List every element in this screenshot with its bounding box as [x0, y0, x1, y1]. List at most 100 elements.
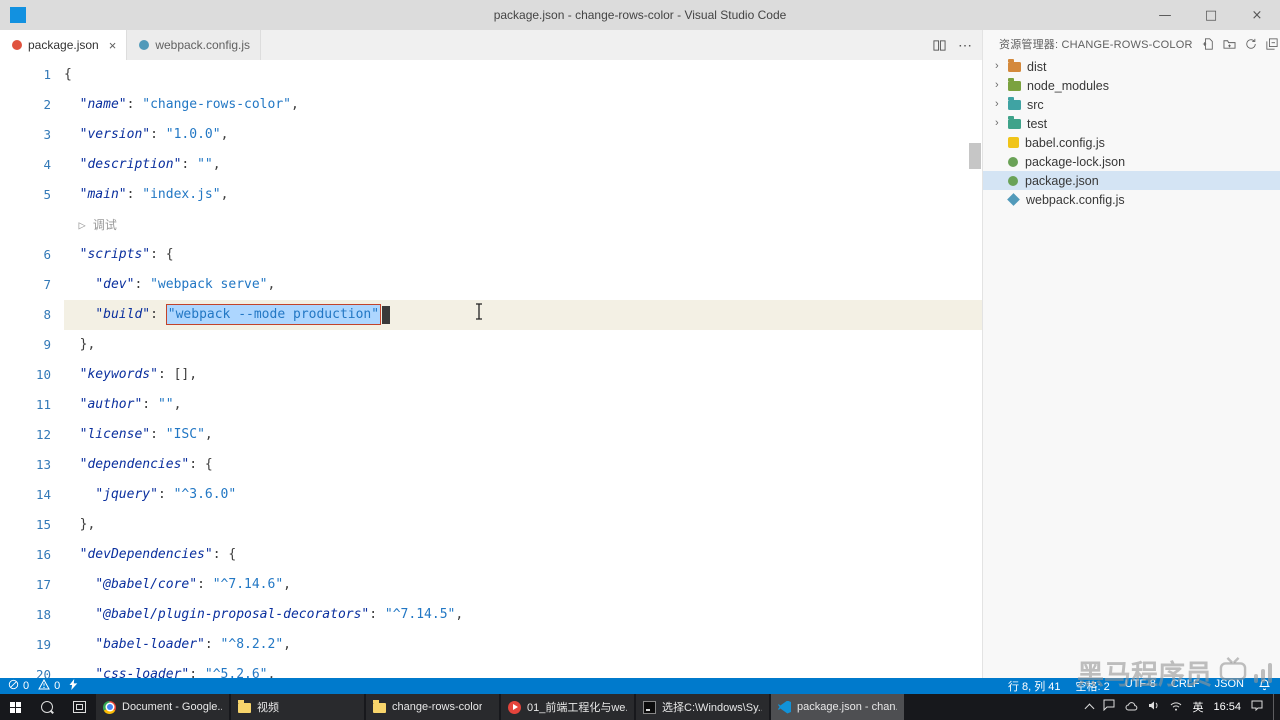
action-center-icon[interactable] [1251, 698, 1263, 716]
line-number[interactable]: 13 [0, 450, 64, 480]
code-line[interactable]: 19 "babel-loader": "^8.2.2", [0, 630, 982, 660]
line-number[interactable]: 4 [0, 150, 64, 180]
code-token: "@babel/core" [95, 577, 198, 592]
line-number[interactable]: 15 [0, 510, 64, 540]
line-number[interactable]: 6 [0, 240, 64, 270]
code-token: "@babel/plugin-proposal-decorators" [95, 607, 370, 622]
code-line[interactable]: 17 "@babel/core": "^7.14.6", [0, 570, 982, 600]
codelens-debug-link[interactable]: ▷ 调试 [64, 218, 116, 232]
cloud-icon[interactable] [1125, 698, 1138, 716]
tab-webpack.config.js[interactable]: webpack.config.js [127, 30, 262, 60]
code-line[interactable]: 20 "css-loader": "^5.2.6", [0, 660, 982, 678]
vscode-logo-icon[interactable] [10, 7, 26, 23]
line-number[interactable]: 2 [0, 90, 64, 120]
code-line[interactable]: 11 "author": "", [0, 390, 982, 420]
tree-item-src[interactable]: › src [983, 95, 1280, 114]
network-icon[interactable] [1170, 698, 1182, 716]
status-item[interactable]: JSON [1215, 678, 1244, 694]
volume-icon[interactable] [1148, 698, 1160, 716]
maximize-button[interactable]: □ [1188, 0, 1234, 30]
code-line[interactable]: 18 "@babel/plugin-proposal-decorators": … [0, 600, 982, 630]
new-folder-icon[interactable] [1223, 38, 1236, 50]
taskbar-button-label: 选择C:\Windows\Sy... [662, 702, 762, 714]
close-button[interactable]: × [1234, 0, 1280, 30]
lightning-icon[interactable] [69, 679, 78, 693]
codelens-row[interactable]: ▷ 调试 [0, 210, 982, 240]
line-number[interactable]: 11 [0, 390, 64, 420]
close-tab-icon[interactable]: × [109, 38, 117, 53]
collapse-folders-icon[interactable] [1266, 38, 1278, 50]
line-number[interactable]: 3 [0, 120, 64, 150]
folder-icon [1008, 58, 1021, 72]
line-number[interactable]: 12 [0, 420, 64, 450]
notifications-bell-icon[interactable] [1258, 678, 1271, 694]
tree-item-package.json[interactable]: package.json [983, 171, 1280, 190]
line-number[interactable]: 9 [0, 330, 64, 360]
code-token: : [150, 307, 166, 322]
status-item[interactable]: CRLF [1171, 678, 1200, 694]
code-line[interactable]: 1{ [0, 60, 982, 90]
chevron-right-icon: › [995, 79, 999, 91]
code-line[interactable]: 12 "license": "ISC", [0, 420, 982, 450]
clock[interactable]: 16:54 [1213, 701, 1241, 713]
code-line[interactable]: 5 "main": "index.js", [0, 180, 982, 210]
taskbar-button-视频[interactable]: 视频 [231, 694, 364, 720]
code-line[interactable]: 8 "build": "webpack --mode production" [0, 300, 982, 330]
tree-item-babel.config.js[interactable]: babel.config.js [983, 133, 1280, 152]
code-line[interactable]: 13 "dependencies": { [0, 450, 982, 480]
minimize-button[interactable]: — [1142, 0, 1188, 30]
code-line[interactable]: 3 "version": "1.0.0", [0, 120, 982, 150]
hidden-icons-caret[interactable] [1085, 703, 1095, 714]
status-item[interactable]: 空格: 2 [1076, 678, 1110, 694]
split-editor-icon[interactable] [933, 39, 946, 52]
language-indicator[interactable]: 英 [1192, 699, 1203, 715]
code-line[interactable]: 9 }, [0, 330, 982, 360]
code-token: , [283, 577, 291, 592]
taskbar-button-change-rows-color[interactable]: change-rows-color [366, 694, 499, 720]
status-item[interactable]: 行 8, 列 41 [1008, 678, 1061, 694]
line-number[interactable]: 5 [0, 180, 64, 210]
tree-item-package-lock.json[interactable]: package-lock.json [983, 152, 1280, 171]
editor-scrollbar[interactable] [969, 143, 981, 169]
line-number[interactable]: 19 [0, 630, 64, 660]
problems-indicator[interactable]: 0 0 [0, 678, 78, 693]
code-line[interactable]: 4 "description": "", [0, 150, 982, 180]
code-line[interactable]: 14 "jquery": "^3.6.0" [0, 480, 982, 510]
line-number[interactable]: 1 [0, 60, 64, 90]
code-line[interactable]: 16 "devDependencies": { [0, 540, 982, 570]
line-number[interactable]: 20 [0, 660, 64, 678]
tree-item-webpack.config.js[interactable]: webpack.config.js [983, 190, 1280, 209]
refresh-icon[interactable] [1245, 38, 1257, 50]
search-button[interactable] [41, 701, 53, 713]
code-token: : [142, 397, 158, 412]
line-number[interactable]: 8 [0, 300, 64, 330]
status-item[interactable]: UTF-8 [1125, 678, 1156, 694]
more-actions-icon[interactable]: ⋯ [958, 37, 972, 54]
show-desktop-strip[interactable] [1273, 694, 1278, 720]
taskbar-button-package.json - chan...[interactable]: package.json - chan... [771, 694, 904, 720]
code-line-text: "@babel/plugin-proposal-decorators": "^7… [64, 600, 982, 630]
code-line[interactable]: 2 "name": "change-rows-color", [0, 90, 982, 120]
line-number[interactable]: 14 [0, 480, 64, 510]
tab-package.json[interactable]: package.json × [0, 30, 128, 60]
code-line[interactable]: 10 "keywords": [], [0, 360, 982, 390]
line-number[interactable]: 10 [0, 360, 64, 390]
taskbar-button-Document - Google...[interactable]: Document - Google... [96, 694, 229, 720]
code-line[interactable]: 7 "dev": "webpack serve", [0, 270, 982, 300]
code-line[interactable]: 6 "scripts": { [0, 240, 982, 270]
tree-item-test[interactable]: › test [983, 114, 1280, 133]
code-editor[interactable]: 1{2 "name": "change-rows-color", 3 "versi… [0, 60, 982, 678]
line-number[interactable]: 17 [0, 570, 64, 600]
line-number[interactable]: 18 [0, 600, 64, 630]
taskbar-button-01_前端工程化与we...[interactable]: 01_前端工程化与we... [501, 694, 634, 720]
task-view-button[interactable] [73, 701, 86, 713]
message-icon[interactable] [1103, 698, 1115, 716]
start-button[interactable] [10, 701, 21, 713]
new-file-icon[interactable] [1202, 38, 1214, 50]
tree-item-node_modules[interactable]: › node_modules [983, 76, 1280, 95]
tree-item-dist[interactable]: › dist [983, 57, 1280, 76]
line-number[interactable]: 7 [0, 270, 64, 300]
taskbar-button-选择C:\Windows\Sy...[interactable]: 选择C:\Windows\Sy... [636, 694, 769, 720]
line-number[interactable]: 16 [0, 540, 64, 570]
code-line[interactable]: 15 }, [0, 510, 982, 540]
